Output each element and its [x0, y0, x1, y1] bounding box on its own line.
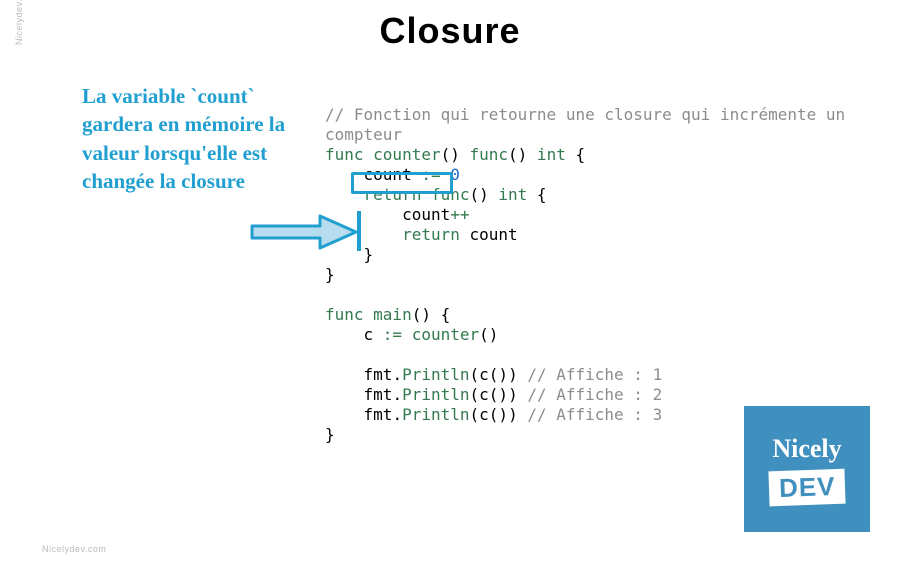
watermark-bottom: Nicelydev.com: [42, 544, 106, 554]
page-title: Closure: [0, 10, 900, 52]
paren: (): [489, 405, 508, 424]
ident: Println: [402, 405, 469, 424]
paren: ): [508, 385, 518, 404]
indent: [325, 245, 364, 264]
indent: [325, 185, 364, 204]
kw: return func: [364, 185, 470, 204]
code-comment: // Affiche : 3: [518, 405, 663, 424]
paren: (): [489, 385, 508, 404]
paren: (: [470, 385, 480, 404]
brand-bottom-text: DEV: [768, 468, 846, 506]
paren: (): [412, 305, 431, 324]
code-comment: // Affiche : 1: [518, 365, 663, 384]
paren: (): [441, 145, 460, 164]
annotation-text: La variable `count` gardera en mémoire l…: [82, 82, 292, 195]
ident: fmt: [364, 405, 393, 424]
code-comment: // Fonction qui retourne une closure qui…: [325, 105, 845, 124]
paren: ): [508, 365, 518, 384]
indent: [325, 365, 364, 384]
ident: counter: [402, 325, 479, 344]
kw: func: [325, 305, 364, 324]
op: ++: [450, 205, 469, 224]
dot: .: [392, 405, 402, 424]
ident: c: [479, 365, 489, 384]
indent: [325, 205, 402, 224]
ident: count: [460, 225, 518, 244]
paren: (): [479, 325, 498, 344]
paren: (): [508, 145, 527, 164]
indent: [325, 165, 364, 184]
brace: {: [527, 185, 546, 204]
kw: func: [325, 145, 364, 164]
ident: fmt: [364, 385, 393, 404]
paren: ): [508, 405, 518, 424]
indent: [325, 325, 364, 344]
kw: return: [402, 225, 460, 244]
ident: Println: [402, 385, 469, 404]
indent: [325, 405, 364, 424]
paren: (: [470, 365, 480, 384]
ident: count: [402, 205, 450, 224]
ident: count: [364, 165, 422, 184]
brace: {: [431, 305, 450, 324]
ident: c: [364, 325, 383, 344]
brace: {: [566, 145, 585, 164]
brace: }: [325, 265, 335, 284]
brace: }: [364, 245, 374, 264]
code-comment: compteur: [325, 125, 402, 144]
kw: func: [460, 145, 508, 164]
brace: }: [325, 425, 335, 444]
brand-logo: Nicely DEV: [744, 406, 870, 532]
dot: .: [392, 385, 402, 404]
code-comment: // Affiche : 2: [518, 385, 663, 404]
indent: [325, 385, 364, 404]
kw: int: [527, 145, 566, 164]
paren: (: [470, 405, 480, 424]
ident: c: [479, 385, 489, 404]
number: 0: [441, 165, 460, 184]
ident: Println: [402, 365, 469, 384]
ident: main: [364, 305, 412, 324]
paren: (): [470, 185, 489, 204]
kw: int: [489, 185, 528, 204]
ident: c: [479, 405, 489, 424]
indent: [325, 225, 402, 244]
ident: fmt: [364, 365, 393, 384]
brand-top-text: Nicely: [772, 434, 841, 464]
op: :=: [383, 325, 402, 344]
code-block: // Fonction qui retourne une closure qui…: [325, 105, 845, 445]
dot: .: [392, 365, 402, 384]
op: :=: [421, 165, 440, 184]
paren: (): [489, 365, 508, 384]
ident: counter: [364, 145, 441, 164]
